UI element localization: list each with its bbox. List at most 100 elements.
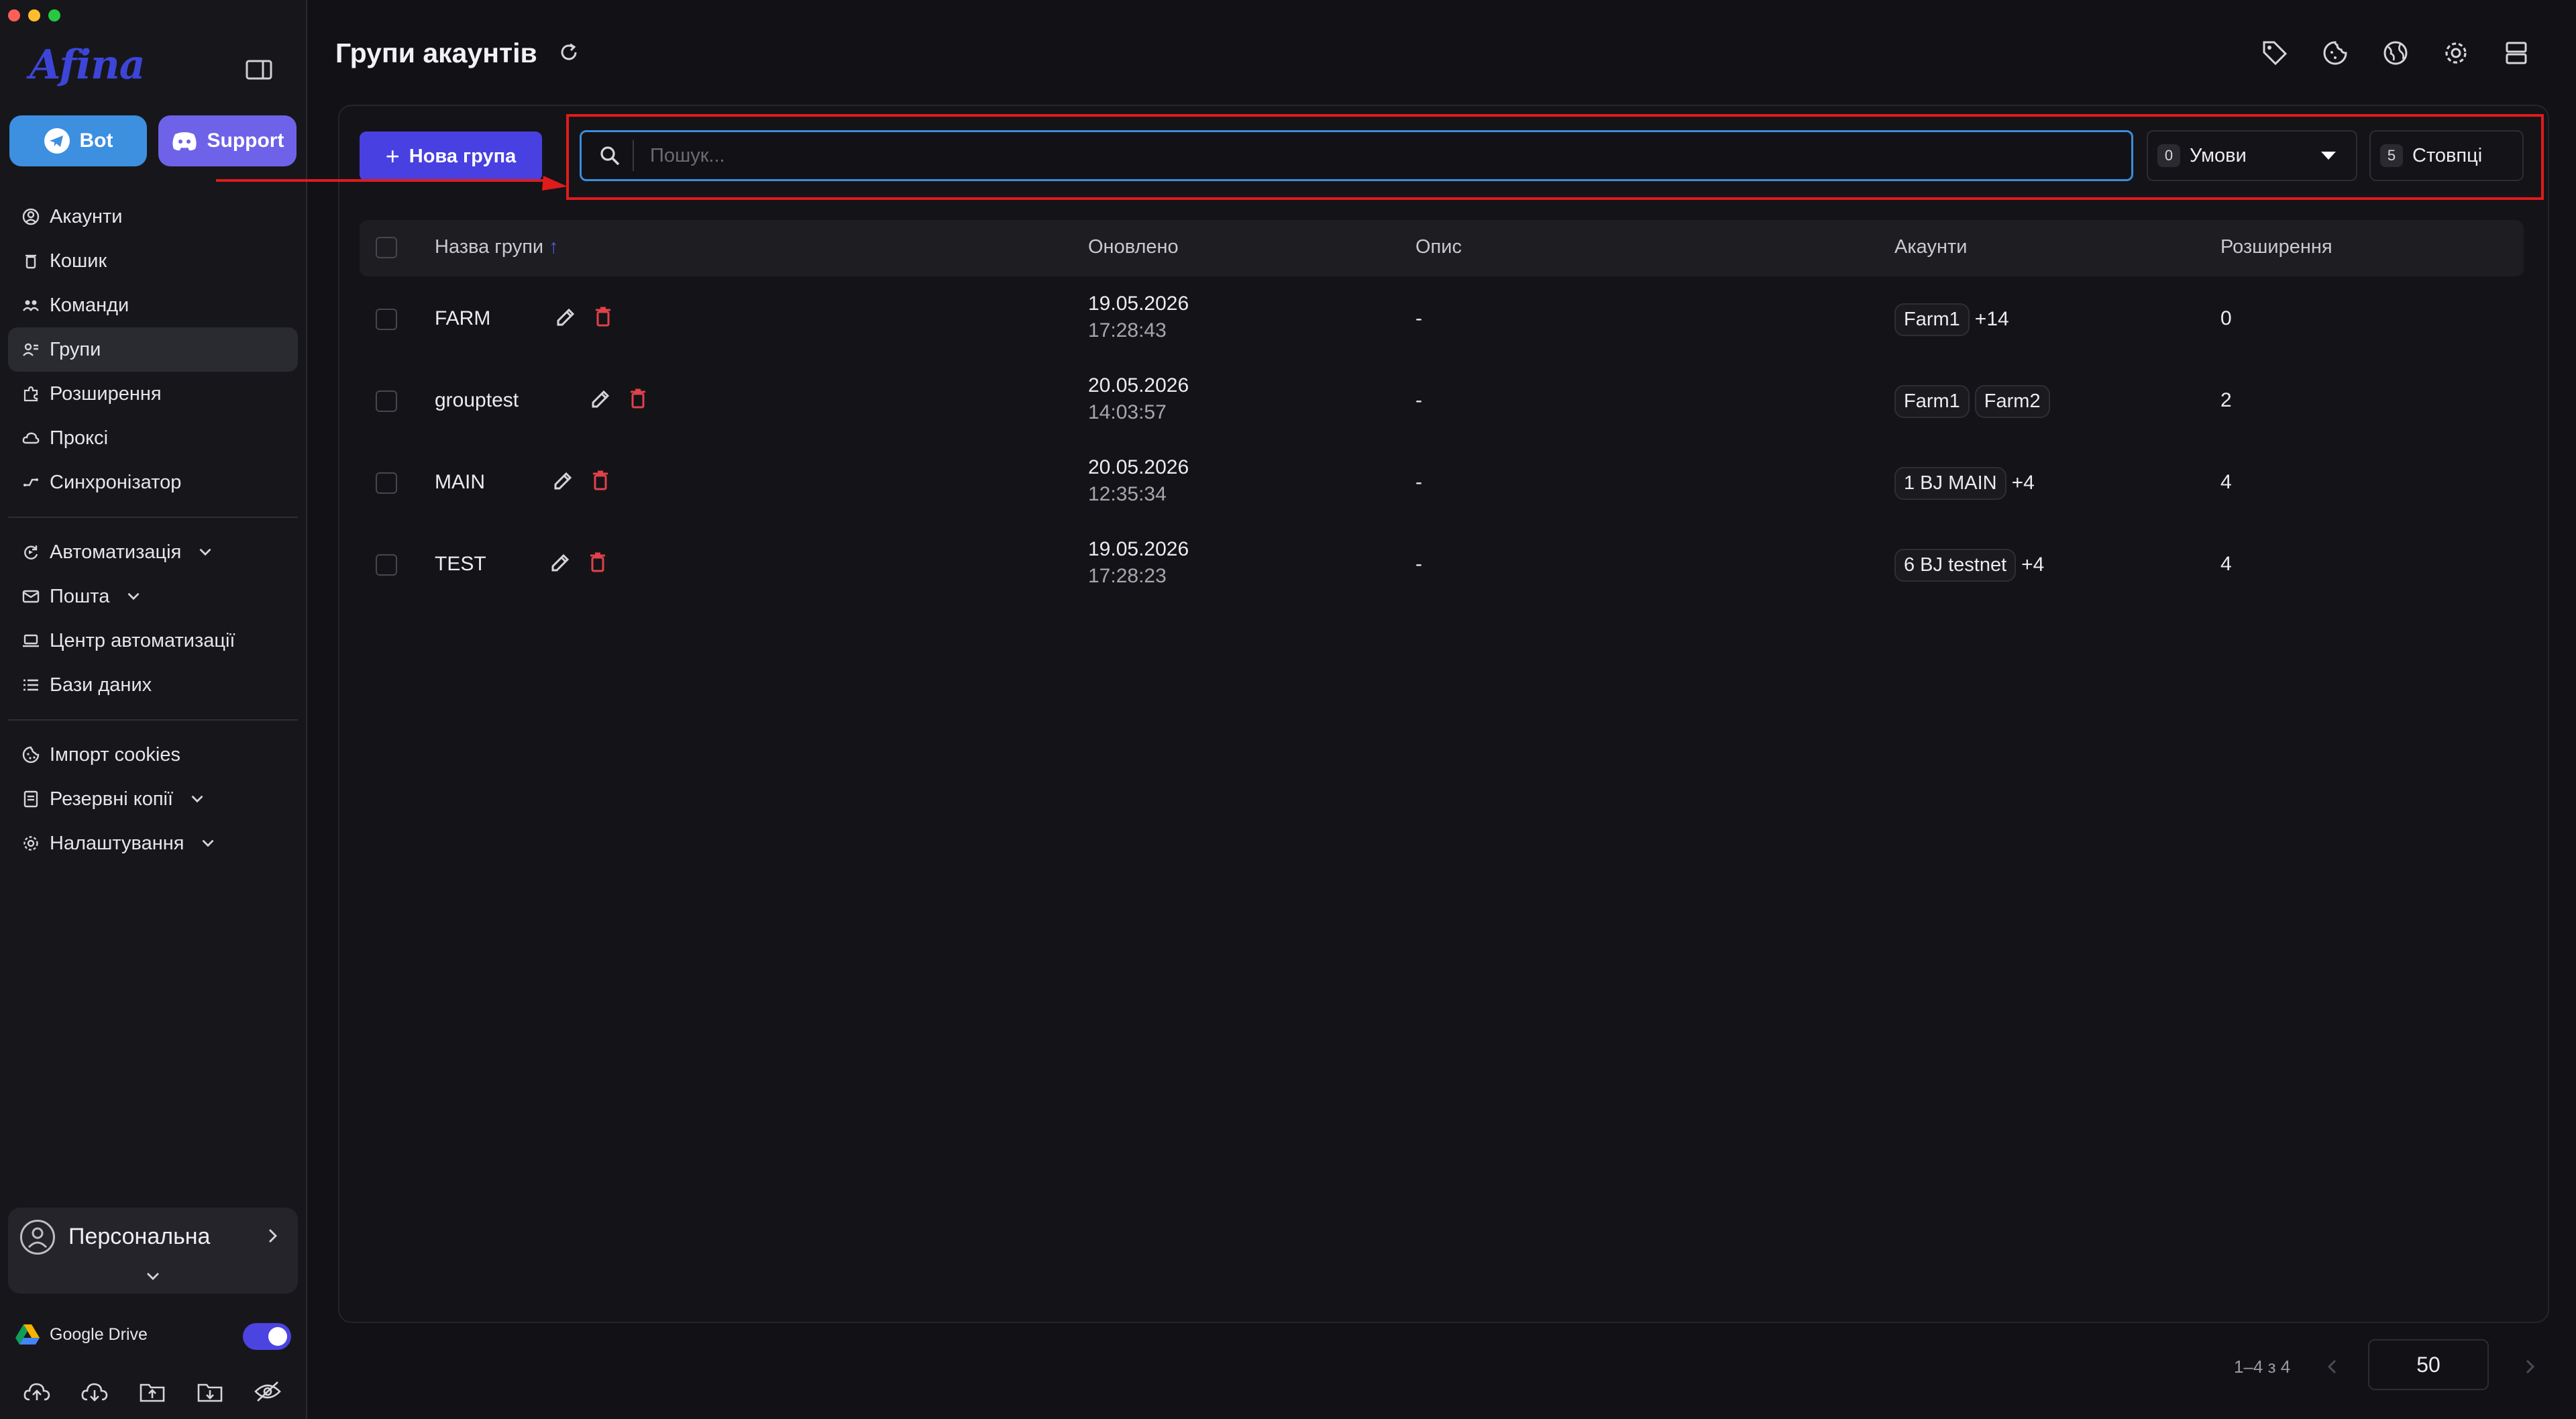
sidebar-item-synchronizer[interactable]: Синхронізатор — [8, 460, 298, 505]
telegram-bot-button[interactable]: Bot — [9, 115, 147, 166]
cookie-globe-icon[interactable] — [2321, 39, 2349, 67]
table-row[interactable]: MAIN 20.05.2026 12:35:34 - 1 BJ MAIN +4 4 — [360, 443, 2524, 525]
sidebar-item-mail[interactable]: Пошта — [8, 574, 298, 619]
sidebar-item-groups[interactable]: Групи — [8, 327, 298, 372]
accounts-cell: Farm1 +14 — [1894, 303, 2009, 336]
account-chip[interactable]: 1 BJ MAIN — [1894, 467, 2006, 500]
sidebar-item-label: Пошта — [50, 585, 110, 607]
delete-icon[interactable] — [588, 468, 613, 494]
accounts-cell: 1 BJ MAIN +4 — [1894, 467, 2035, 500]
select-all-checkbox[interactable] — [376, 237, 397, 258]
sidebar-collapse-icon[interactable] — [246, 59, 272, 81]
refresh-icon[interactable] — [557, 40, 581, 64]
sidebar-item-label: Команди — [50, 294, 129, 316]
chevron-down-icon[interactable] — [144, 1267, 162, 1285]
globe-icon[interactable] — [2381, 39, 2410, 67]
delete-icon[interactable] — [585, 550, 610, 576]
row-checkbox[interactable] — [376, 472, 397, 494]
sidebar-item-label: Проксі — [50, 427, 109, 449]
sidebar-bottom-toolbar — [23, 1379, 282, 1404]
folder-download-icon[interactable] — [196, 1379, 224, 1404]
more-accounts: +4 — [2011, 472, 2035, 494]
chevron-right-icon[interactable] — [263, 1226, 282, 1245]
automation-icon — [24, 545, 38, 560]
profile-switcher[interactable]: Персональна — [8, 1208, 298, 1294]
row-checkbox[interactable] — [376, 554, 397, 576]
gear-icon[interactable] — [2442, 39, 2470, 67]
edit-icon[interactable] — [547, 550, 573, 576]
window-controls — [8, 9, 60, 21]
eye-off-icon[interactable] — [254, 1379, 282, 1404]
profile-name: Персональна — [68, 1224, 211, 1249]
sidebar-item-label: Кошик — [50, 250, 107, 272]
chevron-left-icon[interactable] — [2322, 1357, 2343, 1377]
edit-icon[interactable] — [550, 468, 576, 494]
sidebar-item-databases[interactable]: Бази даних — [8, 663, 298, 707]
discord-support-button[interactable]: Support — [158, 115, 297, 166]
close-window-button[interactable] — [8, 9, 20, 21]
table-row[interactable]: TEST 19.05.2026 17:28:23 - 6 BJ testnet +… — [360, 525, 2524, 607]
edit-icon[interactable] — [553, 305, 578, 330]
layout-rows-icon[interactable] — [2502, 39, 2530, 67]
sidebar-item-automation-center[interactable]: Центр автоматизації — [8, 619, 298, 663]
table-row[interactable]: grouptest 20.05.2026 14:03:57 - Farm1 Far… — [360, 361, 2524, 443]
sidebar-item-proxy[interactable]: Проксі — [8, 416, 298, 460]
column-header-extensions[interactable]: Розширення — [2220, 236, 2332, 258]
row-checkbox[interactable] — [376, 309, 397, 330]
updated-cell: 20.05.2026 12:35:34 — [1088, 456, 1189, 506]
account-chip[interactable]: Farm2 — [1974, 385, 2050, 418]
sidebar-item-backups[interactable]: Резервні копії — [8, 777, 298, 821]
updated-time: 14:03:57 — [1088, 401, 1167, 423]
column-header-updated[interactable]: Оновлено — [1088, 236, 1179, 258]
google-drive-label: Google Drive — [50, 1324, 148, 1344]
minimize-window-button[interactable] — [28, 9, 40, 21]
sidebar-item-label: Синхронізатор — [50, 471, 182, 493]
google-drive-toggle[interactable] — [243, 1323, 291, 1350]
folder-upload-icon[interactable] — [138, 1379, 166, 1404]
description-cell: - — [1415, 553, 1422, 575]
page-size-value: 50 — [2416, 1352, 2440, 1377]
chevron-right-icon[interactable] — [2520, 1357, 2540, 1377]
sidebar-item-teams[interactable]: Команди — [8, 283, 298, 327]
puzzle-icon — [23, 386, 38, 402]
edit-icon[interactable] — [588, 386, 613, 412]
page-size-select[interactable]: 50 — [2368, 1339, 2489, 1390]
sidebar-item-extensions[interactable]: Розширення — [8, 372, 298, 416]
row-checkbox[interactable] — [376, 390, 397, 412]
header-toolbar — [2261, 39, 2530, 67]
maximize-window-button[interactable] — [48, 9, 60, 21]
cloud-download-icon[interactable] — [80, 1379, 109, 1404]
delete-icon[interactable] — [625, 386, 651, 412]
sidebar-item-label: Бази даних — [50, 674, 152, 696]
tag-icon[interactable] — [2261, 39, 2289, 67]
table-header: Назва групи ↑ Оновлено Опис Акаунти Розш… — [360, 220, 2524, 276]
more-accounts: +14 — [1974, 308, 2009, 330]
page-title: Групи акаунтів — [335, 38, 537, 68]
column-header-name[interactable]: Назва групи ↑ — [435, 236, 559, 258]
account-chip[interactable]: Farm1 — [1894, 385, 1970, 418]
extensions-cell: 4 — [2220, 553, 2232, 575]
sidebar-item-label: Розширення — [50, 382, 162, 405]
team-icon — [23, 300, 39, 311]
chevron-down-icon — [191, 795, 203, 803]
sidebar-item-trash[interactable]: Кошик — [8, 239, 298, 283]
sidebar-item-settings[interactable]: Налаштування — [8, 821, 298, 865]
account-chip[interactable]: 6 BJ testnet — [1894, 549, 2017, 582]
cloud-upload-icon[interactable] — [23, 1379, 51, 1404]
sidebar-item-label: Автоматизація — [50, 541, 182, 563]
delete-icon[interactable] — [590, 305, 616, 330]
discord-icon — [172, 132, 197, 151]
account-chip[interactable]: Farm1 — [1894, 303, 1970, 336]
sidebar-item-automation[interactable]: Автоматизація — [8, 530, 298, 574]
updated-date: 19.05.2026 — [1088, 538, 1189, 560]
logo: Afina — [30, 42, 146, 95]
sidebar-item-accounts[interactable]: Акаунти — [8, 195, 298, 239]
column-header-accounts[interactable]: Акаунти — [1894, 236, 1967, 258]
accounts-cell: 6 BJ testnet +4 — [1894, 549, 2044, 582]
extensions-cell: 2 — [2220, 389, 2232, 411]
sidebar-item-label: Центр автоматизації — [50, 629, 235, 651]
column-header-description[interactable]: Опис — [1415, 236, 1462, 258]
bot-label: Bot — [79, 129, 113, 152]
table-row[interactable]: FARM 19.05.2026 17:28:43 - Farm1 +14 0 — [360, 279, 2524, 361]
sidebar-item-import-cookies[interactable]: Імпорт cookies — [8, 733, 298, 777]
